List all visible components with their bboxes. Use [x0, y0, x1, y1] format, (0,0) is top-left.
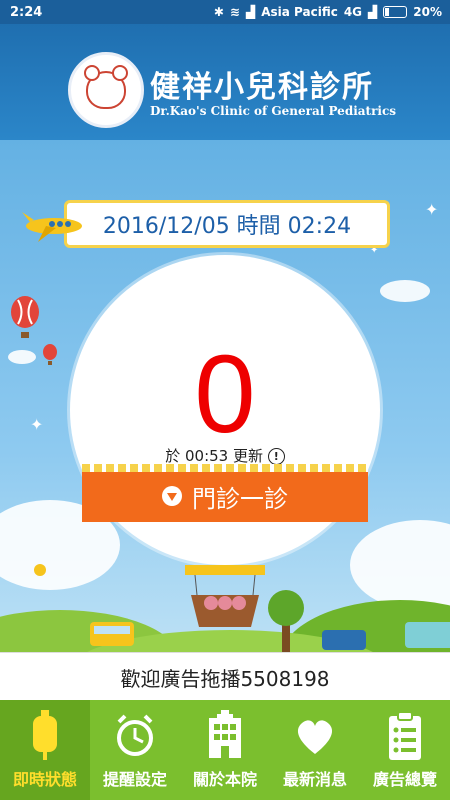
- tab-latest-news[interactable]: 最新消息: [270, 700, 360, 800]
- status-time: 2:24: [10, 4, 43, 20]
- datetime-display: 2016/12/05 時間 02:24: [64, 200, 390, 248]
- bear-icon: [84, 65, 128, 109]
- info-icon[interactable]: !: [267, 448, 285, 465]
- tab-reminder-settings[interactable]: 提醒設定: [90, 700, 180, 800]
- tab-live-status[interactable]: 即時狀態: [0, 700, 90, 800]
- wifi-icon: ≋: [229, 5, 240, 19]
- star-icon: ✦: [425, 200, 439, 219]
- network-label: 4G: [343, 5, 363, 19]
- battery-icon: [383, 6, 408, 18]
- alarm-clock-icon: [117, 714, 153, 756]
- tab-about-clinic[interactable]: 關於本院: [180, 700, 270, 800]
- clinic-subtitle: Dr.Kao's Clinic of General Pediatrics: [150, 104, 397, 118]
- bottom-tab-bar: 即時狀態 提醒設定 關於本院 最新消息 廣告總覽: [0, 700, 450, 800]
- status-right: ✱ ≋ ▟ Asia Pacific 4G ▟ 20%: [214, 0, 442, 24]
- signal-icon: ▟: [245, 5, 256, 19]
- clinic-selector-label: 門診一診: [192, 484, 288, 513]
- clipboard-icon: [389, 711, 421, 760]
- app-header: 健祥小兒科診所 Dr.Kao's Clinic of General Pedia…: [0, 24, 450, 140]
- clinic-title: 健祥小兒科診所: [150, 70, 374, 105]
- current-number: 0: [194, 333, 256, 456]
- tab-label: 廣告總覽: [372, 770, 437, 789]
- tab-label: 關於本院: [192, 770, 257, 789]
- tab-label: 最新消息: [282, 770, 347, 789]
- status-bar: 2:24 ✱ ≋ ▟ Asia Pacific 4G ▟ 20%: [0, 0, 450, 24]
- cloud: [380, 280, 430, 302]
- hospital-icon: [209, 710, 241, 758]
- heart-icon: [297, 720, 333, 754]
- carrier-label: Asia Pacific: [261, 5, 338, 19]
- landscape-illustration: [0, 564, 450, 660]
- signal-icon-2: ▟: [368, 5, 378, 19]
- clinic-logo: [68, 52, 144, 128]
- clinic-selector[interactable]: 門診一診: [82, 464, 368, 522]
- ad-ticker[interactable]: 歡迎廣告拖播5508198: [0, 652, 450, 701]
- drip-bottle-icon: [33, 710, 57, 760]
- tab-ad-overview[interactable]: 廣告總覽: [360, 700, 450, 800]
- hot-air-balloon-icon: [11, 296, 39, 338]
- update-time-text: 於 00:53 更新: [165, 447, 263, 465]
- dropdown-icon: [162, 486, 182, 506]
- bluetooth-icon: ✱: [213, 5, 224, 19]
- battery-label: 20%: [413, 5, 442, 19]
- tab-label: 提醒設定: [102, 770, 167, 789]
- tab-label: 即時狀態: [12, 770, 77, 789]
- airplane-icon: [22, 212, 82, 242]
- update-time: 於 00:53 更新 !: [0, 445, 450, 466]
